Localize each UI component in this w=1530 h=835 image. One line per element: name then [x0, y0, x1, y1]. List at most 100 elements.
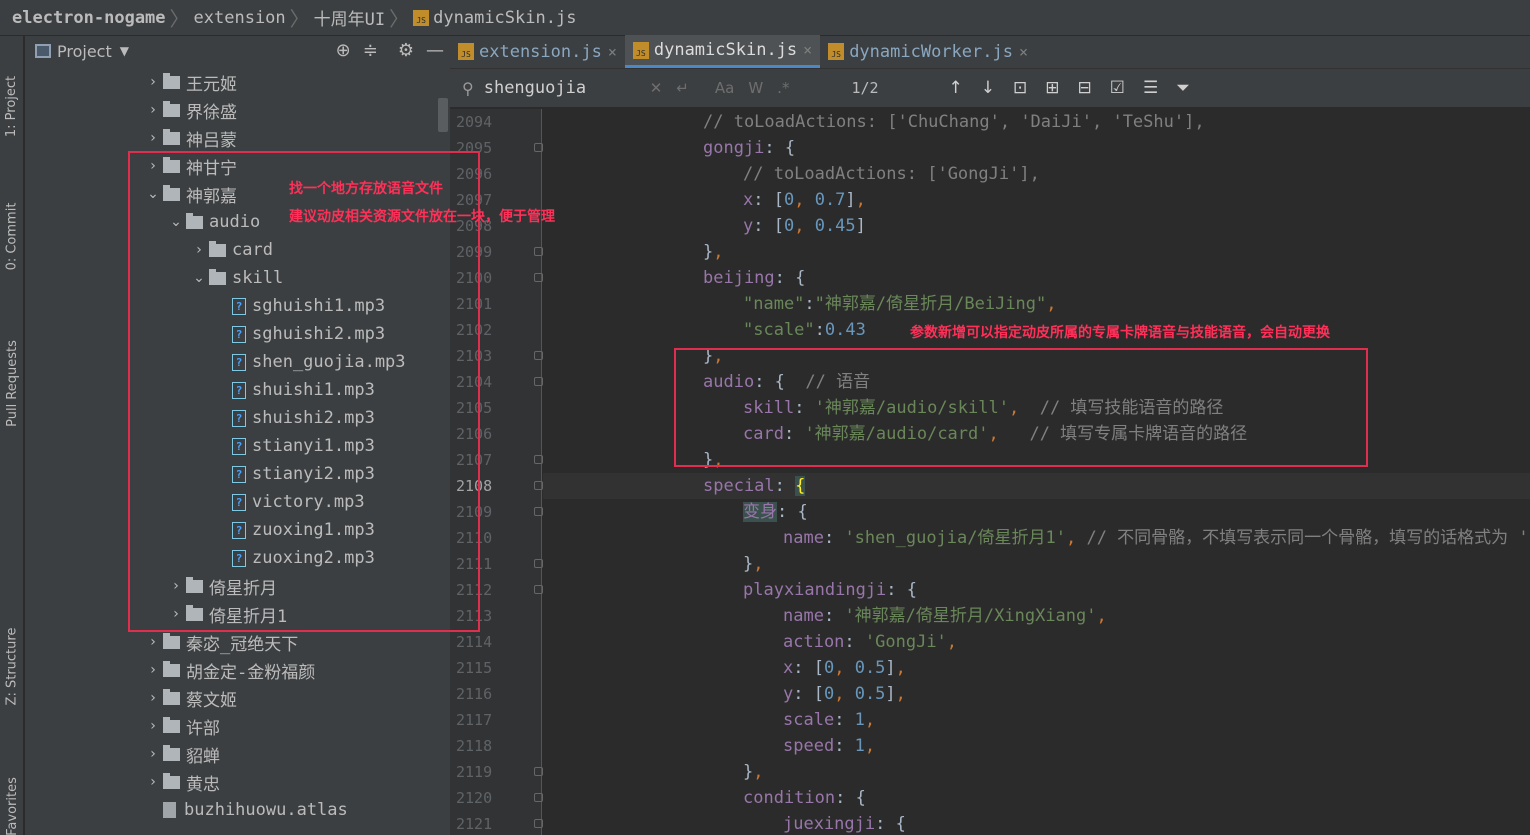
minimize-icon[interactable]: — [426, 40, 444, 61]
previous-match-icon[interactable]: ↑ [949, 78, 963, 98]
unknown-file-icon: ? [232, 409, 246, 427]
chevron-right-icon[interactable]: › [143, 102, 163, 118]
tool-tab-commit[interactable]: 0: Commit [0, 181, 24, 291]
fold-marker-icon[interactable] [534, 793, 543, 802]
tree-file[interactable]: ? shuishi2.mp3 [25, 404, 450, 432]
select-occurrences-icon[interactable]: ☑ [1110, 78, 1125, 98]
filter-lines-icon[interactable]: ☰ [1143, 78, 1158, 98]
tree-folder[interactable]: › 神吕蒙 [25, 124, 450, 152]
breadcrumb-separator: 〉 [389, 7, 410, 31]
unknown-file-icon: ? [232, 437, 246, 455]
tree-file[interactable]: ? sghuishi1.mp3 [25, 292, 450, 320]
breadcrumb-root[interactable]: electron-nogame [12, 8, 166, 28]
search-icon[interactable]: ⚲ [462, 79, 474, 98]
tab-dynamicworker-js[interactable]: JS dynamicWorker.js × [820, 35, 1036, 68]
tree-folder[interactable]: › 蔡文姬 [25, 684, 450, 712]
chevron-right-icon[interactable]: › [143, 746, 163, 762]
chevron-right-icon[interactable]: › [143, 158, 163, 174]
add-selection-icon[interactable]: ⊞ [1045, 78, 1059, 98]
tool-tab-structure[interactable]: Z: Structure [0, 601, 24, 731]
code-line: }, [743, 554, 764, 574]
tree-folder[interactable]: › 倚星折月1 [25, 600, 450, 628]
code-editor[interactable]: // toLoadActions: ['ChuChang', 'DaiJi', … [543, 109, 1530, 835]
chevron-right-icon[interactable]: › [166, 606, 186, 622]
tree-folder[interactable]: ⌄ skill [25, 264, 450, 292]
fold-marker-icon[interactable] [534, 507, 543, 516]
clear-icon[interactable]: ✕ [650, 79, 663, 97]
tree-folder[interactable]: › 王元姬 [25, 68, 450, 96]
fold-marker-icon[interactable] [534, 585, 543, 594]
tree-folder[interactable]: › card [25, 236, 450, 264]
tree-folder[interactable]: › 许部 [25, 712, 450, 740]
search-input[interactable] [483, 78, 624, 98]
fold-marker-icon[interactable] [534, 247, 543, 256]
tree-folder[interactable]: › 秦宓_冠绝天下 [25, 628, 450, 656]
tool-tab-favorites[interactable]: Favorites [0, 761, 24, 835]
tree-file[interactable]: ? sghuishi2.mp3 [25, 320, 450, 348]
chevron-right-icon[interactable]: › [143, 662, 163, 678]
tab-dynamicskin-js[interactable]: JS dynamicSkin.js × [624, 35, 821, 68]
tree-folder[interactable]: › 貂蝉 [25, 740, 450, 768]
chevron-right-icon[interactable]: › [143, 634, 163, 650]
chevron-right-icon[interactable]: › [189, 242, 209, 258]
fold-marker-icon[interactable] [534, 481, 543, 490]
match-case-toggle[interactable]: Aa [715, 79, 734, 97]
editor-tab-bar: JS extension.js × JS dynamicSkin.js × JS dyna… [450, 35, 1530, 69]
tree-file[interactable]: ? zuoxing2.mp3 [25, 544, 450, 572]
project-panel-title[interactable]: Project [57, 42, 112, 61]
chevron-down-icon[interactable]: ⌄ [166, 214, 186, 230]
fold-marker-icon[interactable] [534, 273, 543, 282]
tree-item-label: 许部 [186, 718, 220, 739]
fold-marker-icon[interactable] [534, 767, 543, 776]
code-line: // toLoadActions: ['ChuChang', 'DaiJi', … [703, 112, 1205, 132]
breadcrumb-part[interactable]: extension [194, 8, 286, 28]
remove-selection-icon[interactable]: ⊟ [1078, 78, 1092, 98]
select-all-occurrences-icon[interactable]: ⊡ [1013, 78, 1027, 98]
tab-extension-js[interactable]: JS extension.js × [450, 35, 625, 68]
words-toggle[interactable]: W [748, 79, 763, 97]
filter-icon[interactable]: ⏷ [1176, 78, 1190, 98]
close-icon[interactable]: × [803, 41, 812, 59]
next-match-icon[interactable]: ↓ [981, 78, 995, 98]
close-icon[interactable]: × [608, 43, 617, 61]
tree-folder[interactable]: › 倚星折月 [25, 572, 450, 600]
chevron-right-icon[interactable]: › [143, 774, 163, 790]
tool-tab-project[interactable]: 1: Project [0, 44, 24, 169]
chevron-right-icon[interactable]: › [143, 690, 163, 706]
fold-marker-icon[interactable] [534, 143, 543, 152]
fold-marker-icon[interactable] [534, 455, 543, 464]
line-number: 2096 [456, 165, 493, 183]
regex-toggle[interactable]: .* [777, 79, 789, 97]
tree-folder[interactable]: › 神甘宁 [25, 152, 450, 180]
scrollbar-thumb[interactable] [438, 98, 448, 132]
collapse-all-icon[interactable]: ≑ [363, 40, 378, 61]
tree-file[interactable]: buzhihuowu.atlas [25, 796, 450, 824]
chevron-right-icon[interactable]: › [143, 74, 163, 90]
chevron-right-icon[interactable]: › [143, 718, 163, 734]
tree-file[interactable]: ? victory.mp3 [25, 488, 450, 516]
chevron-down-icon[interactable]: ▼ [120, 44, 129, 58]
tree-file[interactable]: ? stianyi2.mp3 [25, 460, 450, 488]
fold-marker-icon[interactable] [534, 559, 543, 568]
locate-icon[interactable]: ⊕ [336, 40, 351, 61]
breadcrumb-file[interactable]: JS dynamicSkin.js [413, 8, 576, 28]
fold-marker-icon[interactable] [534, 351, 543, 360]
chevron-right-icon[interactable]: › [166, 578, 186, 594]
fold-marker-icon[interactable] [534, 819, 543, 828]
close-icon[interactable]: × [1019, 43, 1028, 61]
tree-file[interactable]: ? shuishi1.mp3 [25, 376, 450, 404]
tree-folder[interactable]: › 黄忠 [25, 768, 450, 796]
tree-file[interactable]: ? stianyi1.mp3 [25, 432, 450, 460]
history-icon[interactable]: ↵ [676, 79, 689, 97]
breadcrumb-part[interactable]: 十周年UI [314, 5, 385, 30]
tree-file[interactable]: ? shen_guojia.mp3 [25, 348, 450, 376]
tree-folder[interactable]: › 胡金定-金粉福颜 [25, 656, 450, 684]
chevron-down-icon[interactable]: ⌄ [143, 186, 163, 202]
tree-file[interactable]: ? zuoxing1.mp3 [25, 516, 450, 544]
fold-marker-icon[interactable] [534, 377, 543, 386]
chevron-down-icon[interactable]: ⌄ [189, 270, 209, 286]
gear-icon[interactable]: ⚙ [398, 40, 414, 61]
chevron-right-icon[interactable]: › [143, 130, 163, 146]
tree-folder[interactable]: › 界徐盛 [25, 96, 450, 124]
tool-tab-pull-requests[interactable]: Pull Requests [0, 311, 24, 456]
